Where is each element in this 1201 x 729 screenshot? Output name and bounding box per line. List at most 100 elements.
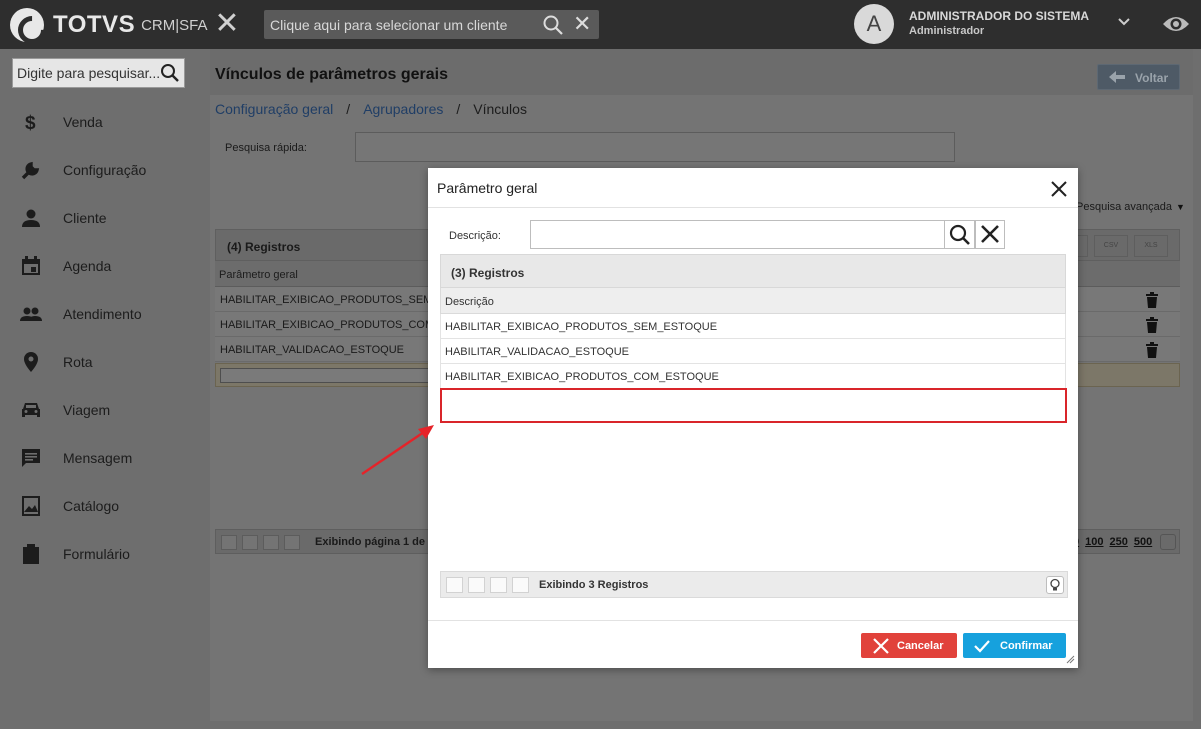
sidebar-item-formulario[interactable]: Formulário <box>0 530 201 578</box>
column-parametro-geral: Parâmetro geral <box>219 269 298 281</box>
grid-record-count: (3) Registros <box>451 266 525 280</box>
eye-icon[interactable] <box>1161 12 1191 36</box>
table-row[interactable]: HABILITAR_EXIBICAO_PRODUTOS_COM_ESTOQUE <box>440 364 1066 389</box>
user-name[interactable]: ADMINISTRADOR DO SISTEMA <box>909 9 1089 23</box>
resize-grip-icon[interactable] <box>1066 655 1075 664</box>
brand-subtitle: CRM|SFA <box>141 16 208 34</box>
sidebar-item-agenda[interactable]: Agenda <box>0 242 201 290</box>
sidebar-item-rota[interactable]: Rota <box>0 338 201 386</box>
table-row[interactable]: HABILITAR_EXIBICAO_PRODUTOS_SEM_ESTOQUE <box>440 314 1066 339</box>
message-icon <box>22 449 40 467</box>
breadcrumb-separator: / <box>346 101 351 117</box>
people-icon <box>20 307 42 321</box>
confirm-button[interactable]: Confirmar <box>963 633 1066 658</box>
clipboard-icon <box>23 544 39 564</box>
first-page-button[interactable] <box>446 577 463 593</box>
breadcrumb-configuracao-geral[interactable]: Configuração geral <box>215 101 333 117</box>
search-icon[interactable] <box>542 14 564 36</box>
prev-page-button[interactable] <box>468 577 485 593</box>
sidebar-search-input[interactable] <box>13 59 159 87</box>
svg-text:$: $ <box>25 113 36 133</box>
sidebar-item-atendimento[interactable]: Atendimento <box>0 290 201 338</box>
page-size-option[interactable]: 100 <box>1085 536 1103 548</box>
table-row[interactable]: HABILITAR_VALIDACAO_ESTOQUE <box>440 339 1066 364</box>
first-page-button[interactable] <box>221 535 237 550</box>
page-header: Vínculos de parâmetros gerais Voltar <box>210 49 1193 95</box>
lightbulb-icon[interactable] <box>1160 534 1176 550</box>
caret-down-icon[interactable]: ▼ <box>1176 202 1185 212</box>
sidebar-item-catalogo[interactable]: Catálogo <box>0 482 201 530</box>
description-label: Descrição: <box>449 230 501 242</box>
close-icon[interactable] <box>1048 178 1070 200</box>
check-icon <box>974 640 990 653</box>
image-icon <box>22 496 40 516</box>
sidebar-item-label: Configuração <box>63 162 147 178</box>
sidebar-item-cliente[interactable]: Cliente <box>0 194 201 242</box>
top-bar: TOTVS CRM|SFA ✕ ✕ A ADMINISTRADOR DO SIS… <box>0 0 1201 49</box>
row-parametro: HABILITAR_EXIBICAO_PRODUTOS_COM_E <box>220 319 448 331</box>
trash-icon[interactable] <box>1145 342 1159 358</box>
sidebar-item-viagem[interactable]: Viagem <box>0 386 201 434</box>
user-role: Administrador <box>909 25 985 37</box>
clear-client-icon[interactable]: ✕ <box>573 13 591 35</box>
last-page-button[interactable] <box>512 577 529 593</box>
cancel-button[interactable]: Cancelar <box>861 633 957 658</box>
sidebar-item-label: Formulário <box>63 546 130 562</box>
breadcrumb: Configuração geral / Agrupadores / Víncu… <box>215 101 527 117</box>
last-page-button[interactable] <box>284 535 300 550</box>
quick-search-input[interactable] <box>355 132 955 162</box>
sidebar-item-label: Rota <box>63 354 93 370</box>
next-page-button[interactable] <box>490 577 507 593</box>
client-selector[interactable]: ✕ <box>264 10 599 39</box>
export-xls-button[interactable]: XLS <box>1134 235 1168 257</box>
pager-text: Exibindo 3 Registros <box>539 579 649 591</box>
sidebar-search[interactable] <box>12 58 185 88</box>
dialog-pager: Exibindo 3 Registros <box>440 571 1068 598</box>
prev-page-button[interactable] <box>242 535 258 550</box>
description-input[interactable] <box>530 220 945 249</box>
description-search-button[interactable] <box>944 220 975 249</box>
avatar[interactable]: A <box>854 4 894 44</box>
highlighted-empty-row[interactable] <box>440 388 1067 423</box>
sidebar-item-venda[interactable]: $ Venda <box>0 98 201 146</box>
pager-text: Exibindo página 1 de <box>315 536 426 548</box>
export-csv-button[interactable]: CSV <box>1094 235 1128 257</box>
sidebar-item-label: Agenda <box>63 258 112 274</box>
client-search-input[interactable] <box>264 10 534 39</box>
sidebar-item-label: Viagem <box>63 402 111 418</box>
description-clear-button[interactable] <box>975 220 1005 249</box>
row-description: HABILITAR_EXIBICAO_PRODUTOS_SEM_ESTOQUE <box>445 321 718 333</box>
totvs-logo[interactable]: TOTVS CRM|SFA <box>10 8 207 42</box>
search-icon[interactable] <box>160 63 180 83</box>
next-page-button[interactable] <box>263 535 279 550</box>
breadcrumb-agrupadores[interactable]: Agrupadores <box>363 101 443 117</box>
close-icon <box>873 638 889 654</box>
new-row-input[interactable] <box>220 368 434 383</box>
breadcrumb-separator: / <box>456 101 461 117</box>
column-label: Descrição <box>445 296 494 308</box>
sidebar-item-label: Atendimento <box>63 306 142 322</box>
advanced-search-link[interactable]: Pesquisa avançada <box>1076 201 1172 213</box>
page-title: Vínculos de parâmetros gerais <box>215 66 448 83</box>
close-menu-icon[interactable]: ✕ <box>214 9 240 39</box>
trash-icon[interactable] <box>1145 292 1159 308</box>
sidebar-item-configuracao[interactable]: Configuração <box>0 146 201 194</box>
divider <box>428 207 1078 208</box>
calendar-icon <box>22 256 40 275</box>
page-size-option[interactable]: 500 <box>1134 536 1152 548</box>
sidebar-item-label: Catálogo <box>63 498 120 514</box>
lightbulb-icon[interactable] <box>1046 576 1064 594</box>
column-header-descricao[interactable]: Descrição <box>440 288 1066 314</box>
dollar-icon: $ <box>25 113 36 133</box>
trash-icon[interactable] <box>1145 317 1159 333</box>
sidebar-item-label: Cliente <box>63 210 107 226</box>
grid-record-count: (4) Registros <box>227 240 301 254</box>
chevron-down-icon[interactable] <box>1116 14 1132 30</box>
page-size-option[interactable]: 250 <box>1109 536 1127 548</box>
totvs-logo-mark <box>10 8 44 42</box>
back-button[interactable]: Voltar <box>1097 64 1180 90</box>
arrow-left-icon <box>1109 71 1125 83</box>
row-description: HABILITAR_VALIDACAO_ESTOQUE <box>445 346 630 358</box>
sidebar-item-mensagem[interactable]: Mensagem <box>0 434 201 482</box>
grid-header: (3) Registros <box>440 254 1066 288</box>
